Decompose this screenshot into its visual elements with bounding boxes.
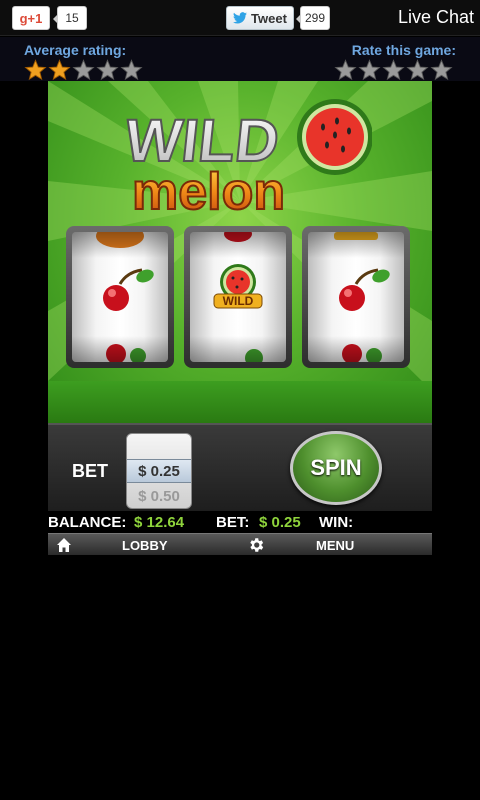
game-stage: WILD melon WILD [48, 81, 432, 423]
cherry-symbol-icon [103, 268, 154, 311]
gear-icon[interactable] [247, 536, 265, 554]
rate-star-icon[interactable] [358, 59, 381, 81]
rate-star-icon[interactable] [430, 59, 453, 81]
star-empty-icon [120, 59, 143, 81]
cherry-symbol-icon [245, 349, 263, 362]
orange-symbol-icon [96, 232, 144, 248]
info-bar: BALANCE: $ 12.64 BET: $ 0.25 WIN: [48, 511, 432, 533]
star-filled-icon [24, 59, 47, 81]
twitter-bird-icon [233, 12, 248, 24]
gplus-button[interactable]: g+1 [12, 6, 50, 30]
wild-melon-logo: WILD melon [122, 99, 372, 217]
win-label: WIN: [319, 513, 354, 531]
reel-1 [66, 226, 174, 368]
wild-melon-symbol-icon: WILD [213, 264, 263, 309]
rating-row: Average rating: Rate this game: [0, 37, 480, 81]
balance-value: $ 12.64 [134, 513, 185, 531]
home-icon[interactable] [56, 537, 72, 553]
rate-star-icon[interactable] [382, 59, 405, 81]
star-filled-icon [48, 59, 71, 81]
menu-button[interactable]: MENU [316, 538, 354, 553]
rate-game-stars[interactable] [334, 59, 453, 81]
stage-floor [48, 381, 432, 423]
rate-game-label: Rate this game: [351, 42, 456, 58]
wild-partial-symbol-icon [334, 232, 378, 240]
bet-label: BET [72, 461, 108, 481]
reel-3 [302, 226, 410, 368]
cherry-pair-symbol-icon [342, 344, 382, 362]
live-chat-link[interactable]: Live Chat [398, 7, 474, 28]
lobby-button[interactable]: LOBBY [122, 538, 168, 553]
average-rating-stars [24, 59, 143, 81]
gplus-count: 15 [53, 6, 87, 30]
menu-bar: LOBBY MENU [48, 533, 432, 555]
gplus-label: g+1 [19, 10, 43, 26]
current-bet-label: BET: [216, 513, 250, 531]
bet-option-previous[interactable] [127, 436, 191, 458]
average-rating-label: Average rating: [24, 42, 127, 58]
bet-option-next[interactable]: $ 0.50 [127, 486, 191, 508]
tweet-label: Tweet [251, 10, 287, 26]
rate-star-icon[interactable] [334, 59, 357, 81]
tweet-count: 299 [296, 6, 330, 30]
star-empty-icon [96, 59, 119, 81]
slot-game: WILD melon WILD BET $ 0.25 $ 0.50 SPIN B… [48, 81, 432, 555]
star-empty-icon [72, 59, 95, 81]
bet-selector[interactable]: $ 0.25 $ 0.50 [126, 433, 192, 509]
red-symbol-icon [224, 232, 252, 242]
control-panel: BET $ 0.25 $ 0.50 SPIN [48, 423, 432, 511]
tweet-button[interactable]: Tweet [226, 6, 294, 30]
reel-frame: WILD [66, 226, 412, 368]
cherry-pair-symbol-icon [106, 344, 146, 362]
balance-label: BALANCE: [48, 513, 127, 531]
spin-button[interactable]: SPIN [290, 431, 382, 505]
bet-option-selected[interactable]: $ 0.25 [127, 459, 191, 483]
cherry-symbol-icon [339, 268, 390, 311]
rate-star-icon[interactable] [406, 59, 429, 81]
watermelon-icon [297, 99, 372, 175]
reel-2: WILD [184, 226, 292, 368]
wild-label: WILD [223, 294, 254, 308]
current-bet-value: $ 0.25 [259, 513, 301, 531]
logo-melon-text: melon [132, 163, 285, 217]
social-bar: g+1 15 Tweet 299 Live Chat [0, 0, 480, 36]
